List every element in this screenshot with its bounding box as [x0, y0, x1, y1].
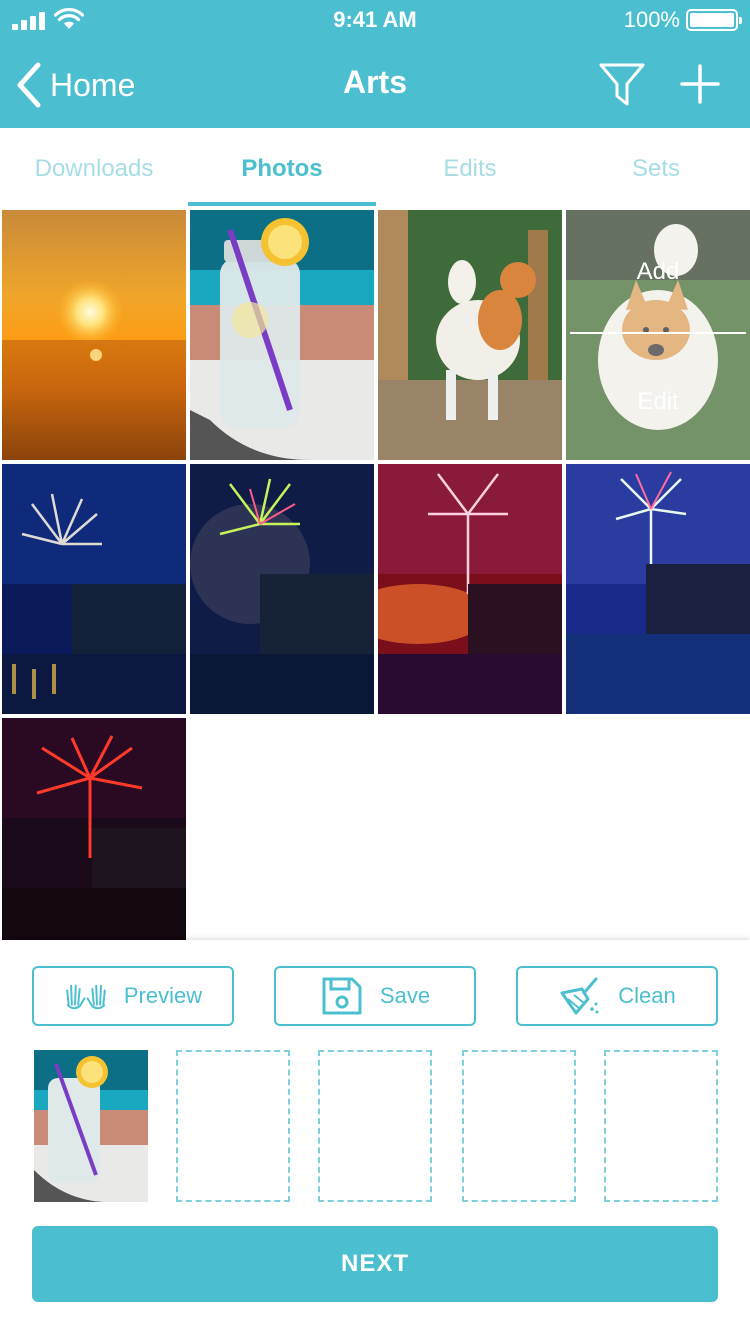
filter-icon[interactable]: [598, 60, 646, 108]
back-label: Home: [50, 66, 136, 103]
selected-photo-slot-1[interactable]: [34, 1050, 148, 1202]
photo-thumbnail-fireworks-5[interactable]: [2, 718, 186, 942]
plus-icon[interactable]: [678, 60, 722, 108]
status-bar: 9:41 AM 100%: [0, 0, 750, 40]
overlay-add-option[interactable]: Add: [566, 258, 750, 286]
save-label: Save: [379, 983, 431, 1008]
tab-sets[interactable]: Sets: [562, 128, 750, 208]
tab-bar: Downloads Photos Edits Sets: [0, 128, 750, 208]
floppy-disk-icon: [322, 977, 362, 1015]
overlay-edit-option[interactable]: Edit: [566, 388, 750, 416]
tab-downloads[interactable]: Downloads: [0, 128, 188, 208]
save-button[interactable]: Save: [274, 966, 476, 1026]
clean-label: Clean: [618, 983, 676, 1008]
battery-icon: [686, 9, 742, 31]
hands-icon: [66, 984, 106, 1010]
photo-action-overlay: Add Edit: [566, 210, 750, 460]
next-button[interactable]: NEXT: [32, 1226, 718, 1302]
empty-photo-slot-2[interactable]: [176, 1050, 290, 1202]
photo-thumbnail-lemon-water[interactable]: [190, 210, 374, 460]
bottom-panel: Preview Save Clean NEXT: [0, 940, 750, 1334]
empty-photo-slot-5[interactable]: [604, 1050, 718, 1202]
selected-photo-thumbnail: [34, 1050, 148, 1202]
photo-grid: Add Edit: [0, 210, 750, 942]
back-button[interactable]: Home: [14, 60, 135, 110]
app-header: 9:41 AM 100% Home Arts: [0, 0, 750, 128]
photo-thumbnail-fireworks-1[interactable]: [2, 464, 186, 714]
tab-photos[interactable]: Photos: [188, 128, 376, 208]
empty-photo-slot-3[interactable]: [318, 1050, 432, 1202]
tab-edits[interactable]: Edits: [376, 128, 564, 208]
empty-photo-slot-4[interactable]: [462, 1050, 576, 1202]
active-tab-indicator: [188, 202, 376, 206]
photo-thumbnail-sunset[interactable]: [2, 210, 186, 460]
chevron-left-icon: [17, 62, 41, 108]
preview-label: Preview: [123, 983, 203, 1008]
preview-button[interactable]: Preview: [32, 966, 234, 1026]
photo-thumbnail-fireworks-4[interactable]: [566, 464, 750, 714]
battery-percentage: 100%: [623, 7, 680, 32]
photo-thumbnail-dog-grass[interactable]: Add Edit: [566, 210, 750, 460]
overlay-divider: [570, 332, 746, 334]
broom-icon: [560, 977, 599, 1015]
photo-thumbnail-fireworks-3[interactable]: [378, 464, 562, 714]
clean-button[interactable]: Clean: [516, 966, 718, 1026]
photo-thumbnail-dog-garden[interactable]: [378, 210, 562, 460]
photo-thumbnail-fireworks-2[interactable]: [190, 464, 374, 714]
